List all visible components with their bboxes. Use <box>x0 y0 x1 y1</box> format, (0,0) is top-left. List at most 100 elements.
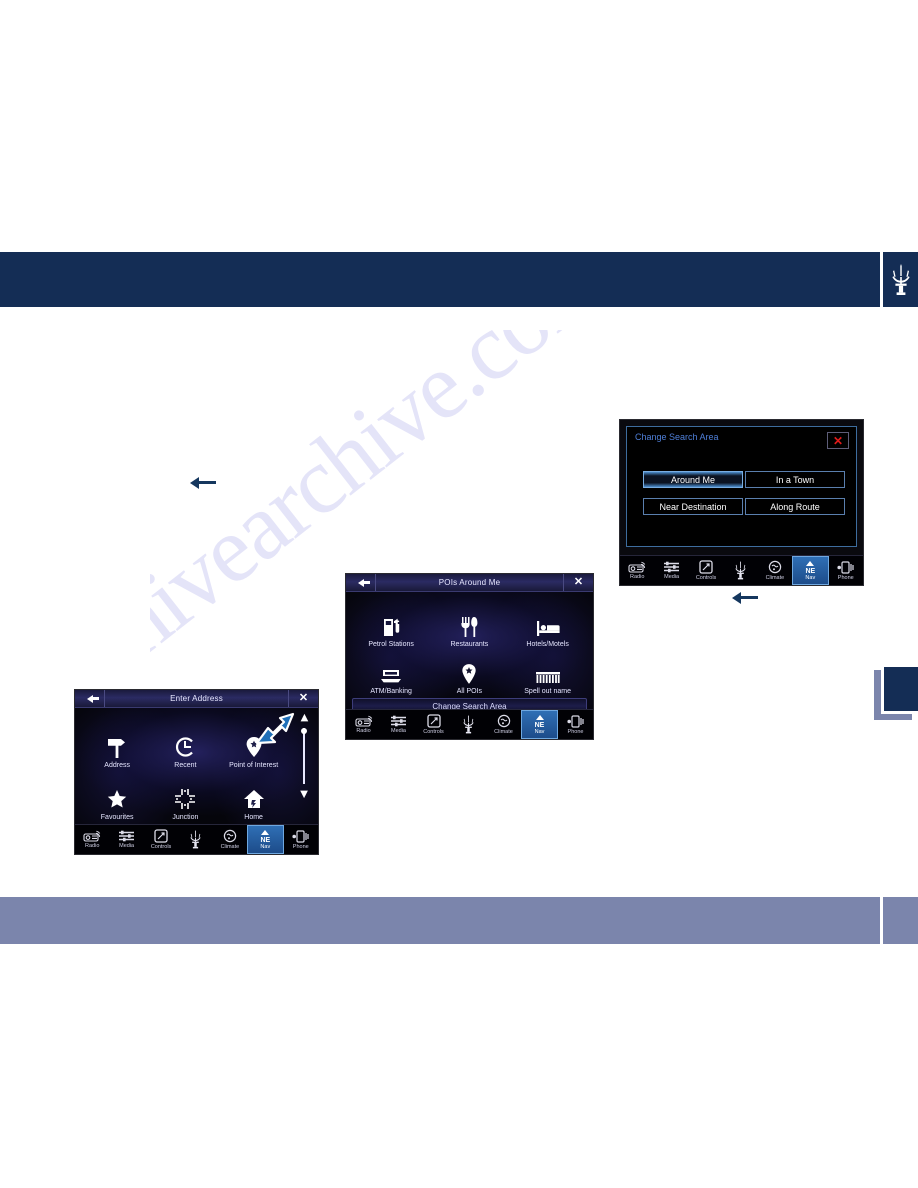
scroll-down-triangle-icon[interactable]: ▼ <box>298 787 311 800</box>
nav-item-media[interactable]: Media <box>109 825 143 854</box>
tile-home[interactable]: Home <box>220 770 288 822</box>
radio-icon <box>628 561 646 573</box>
climate-icon <box>223 829 237 843</box>
nav-item-home-brand[interactable] <box>451 710 486 739</box>
scroll-track[interactable] <box>301 728 307 784</box>
nav-item-phone[interactable]: Phone <box>558 710 593 739</box>
nav-item-home-brand[interactable] <box>178 825 212 854</box>
nav-item-media[interactable]: Media <box>381 710 416 739</box>
section-tab-marker <box>874 664 918 720</box>
compass-heading-label: NE <box>534 721 545 729</box>
footer-blue-bar <box>0 897 880 944</box>
bottom-nav-bar: Radio Media Controls Climate NE Nav Phon… <box>75 824 318 854</box>
close-button[interactable]: ✕ <box>563 574 593 591</box>
screen-change-search-area: Change Search Area ✕ Around Me In a Town… <box>619 419 864 586</box>
close-x-icon: ✕ <box>573 576 584 588</box>
nav-item-climate[interactable]: Climate <box>213 825 247 854</box>
nav-item-controls[interactable]: Controls <box>689 556 723 585</box>
nav-item-nav[interactable]: NE Nav <box>247 825 284 854</box>
tile-label: Point of Interest <box>229 762 279 770</box>
tile-all-pois[interactable]: All POIs <box>430 649 508 696</box>
option-in-a-town[interactable]: In a Town <box>745 471 845 488</box>
media-icon <box>663 561 681 573</box>
signpost-icon <box>106 735 128 759</box>
nav-label: Phone <box>292 843 309 850</box>
home-icon <box>243 787 265 811</box>
nav-item-home-brand[interactable] <box>723 556 757 585</box>
nav-label: Nav <box>260 843 271 850</box>
arrow-head-icon <box>732 592 741 604</box>
controls-icon <box>426 714 441 728</box>
tile-address[interactable]: Address <box>83 718 151 770</box>
tile-junction[interactable]: Junction <box>151 770 219 822</box>
fuel-pump-icon <box>381 616 401 638</box>
bottom-nav-bar: Radio Media Controls Climate NE Nav Phon… <box>346 709 593 739</box>
scroll-up-triangle-icon[interactable]: ▼ <box>298 711 311 726</box>
nav-item-nav[interactable]: NE Nav <box>792 556 829 585</box>
nav-label: Controls <box>150 844 172 850</box>
nav-label: Controls <box>695 575 717 581</box>
nav-item-climate[interactable]: Climate <box>758 556 792 585</box>
media-icon <box>118 830 136 842</box>
nav-item-radio[interactable]: Radio <box>75 825 109 854</box>
nav-label: Radio <box>630 574 645 580</box>
tile-atm-banking[interactable]: ATM/Banking <box>352 649 430 696</box>
star-icon <box>105 787 129 811</box>
close-button[interactable]: ✕ <box>288 690 318 707</box>
atm-icon <box>380 667 402 685</box>
close-x-icon: ✕ <box>298 692 309 704</box>
change-search-area-panel: Change Search Area ✕ Around Me In a Town… <box>626 426 857 547</box>
tile-label: Recent <box>174 762 197 770</box>
option-near-destination[interactable]: Near Destination <box>643 498 743 515</box>
nav-label: Media <box>391 728 406 734</box>
tile-spell-out-name[interactable]: Spell out name <box>509 649 587 696</box>
option-along-route[interactable]: Along Route <box>745 498 845 515</box>
back-button[interactable] <box>346 574 376 591</box>
nav-item-radio[interactable]: Radio <box>346 710 381 739</box>
tile-recent[interactable]: Recent <box>151 718 219 770</box>
change-search-area-title: Change Search Area <box>635 432 719 442</box>
maserati-trident-icon <box>732 561 749 580</box>
nav-item-controls[interactable]: Controls <box>416 710 451 739</box>
nav-item-climate[interactable]: Climate <box>486 710 521 739</box>
pois-titlebar: POIs Around Me ✕ <box>346 574 593 592</box>
tile-label: Spell out name <box>524 688 571 696</box>
tab-face <box>881 664 918 714</box>
nav-item-phone[interactable]: Phone <box>284 825 318 854</box>
option-around-me[interactable]: Around Me <box>643 471 743 488</box>
pointer-arrow-icon <box>253 710 295 754</box>
option-label: Near Destination <box>659 501 727 512</box>
flow-arrow-to-pois-around-me <box>732 592 758 604</box>
maserati-trident-icon <box>187 830 204 849</box>
tile-hotels-motels[interactable]: Hotels/Motels <box>509 600 587 649</box>
scrollbar[interactable]: ▼ ▼ <box>296 711 312 800</box>
option-label: Along Route <box>770 501 820 512</box>
bottom-nav-bar: Radio Media Controls Climate NE Nav Phon… <box>620 555 863 585</box>
scroll-thumb[interactable] <box>301 728 307 734</box>
tile-petrol-stations[interactable]: Petrol Stations <box>352 600 430 649</box>
nav-label: Radio <box>85 843 100 849</box>
tile-restaurants[interactable]: Restaurants <box>430 600 508 649</box>
tile-label: Junction <box>172 814 199 822</box>
close-button[interactable]: ✕ <box>827 432 849 449</box>
nav-item-nav[interactable]: NE Nav <box>521 710 558 739</box>
bed-icon <box>536 618 560 638</box>
nav-item-controls[interactable]: Controls <box>144 825 178 854</box>
climate-icon <box>768 560 782 574</box>
tile-label: ATM/Banking <box>370 688 412 696</box>
nav-item-radio[interactable]: Radio <box>620 556 654 585</box>
tile-label: Restaurants <box>450 641 489 649</box>
nav-label: Media <box>664 574 680 580</box>
nav-item-phone[interactable]: Phone <box>829 556 863 585</box>
nav-label: Climate <box>765 575 785 581</box>
tile-label: Home <box>244 814 263 822</box>
tile-favourites[interactable]: Favourites <box>83 770 151 822</box>
header-logo-block <box>883 252 918 307</box>
nav-label: Nav <box>805 574 816 581</box>
keyboard-icon <box>535 669 561 685</box>
cutlery-icon <box>459 616 479 638</box>
enter-address-title: Enter Address <box>170 694 223 703</box>
compass-heading-label: NE <box>805 567 816 575</box>
back-button[interactable] <box>75 690 105 707</box>
nav-item-media[interactable]: Media <box>654 556 688 585</box>
